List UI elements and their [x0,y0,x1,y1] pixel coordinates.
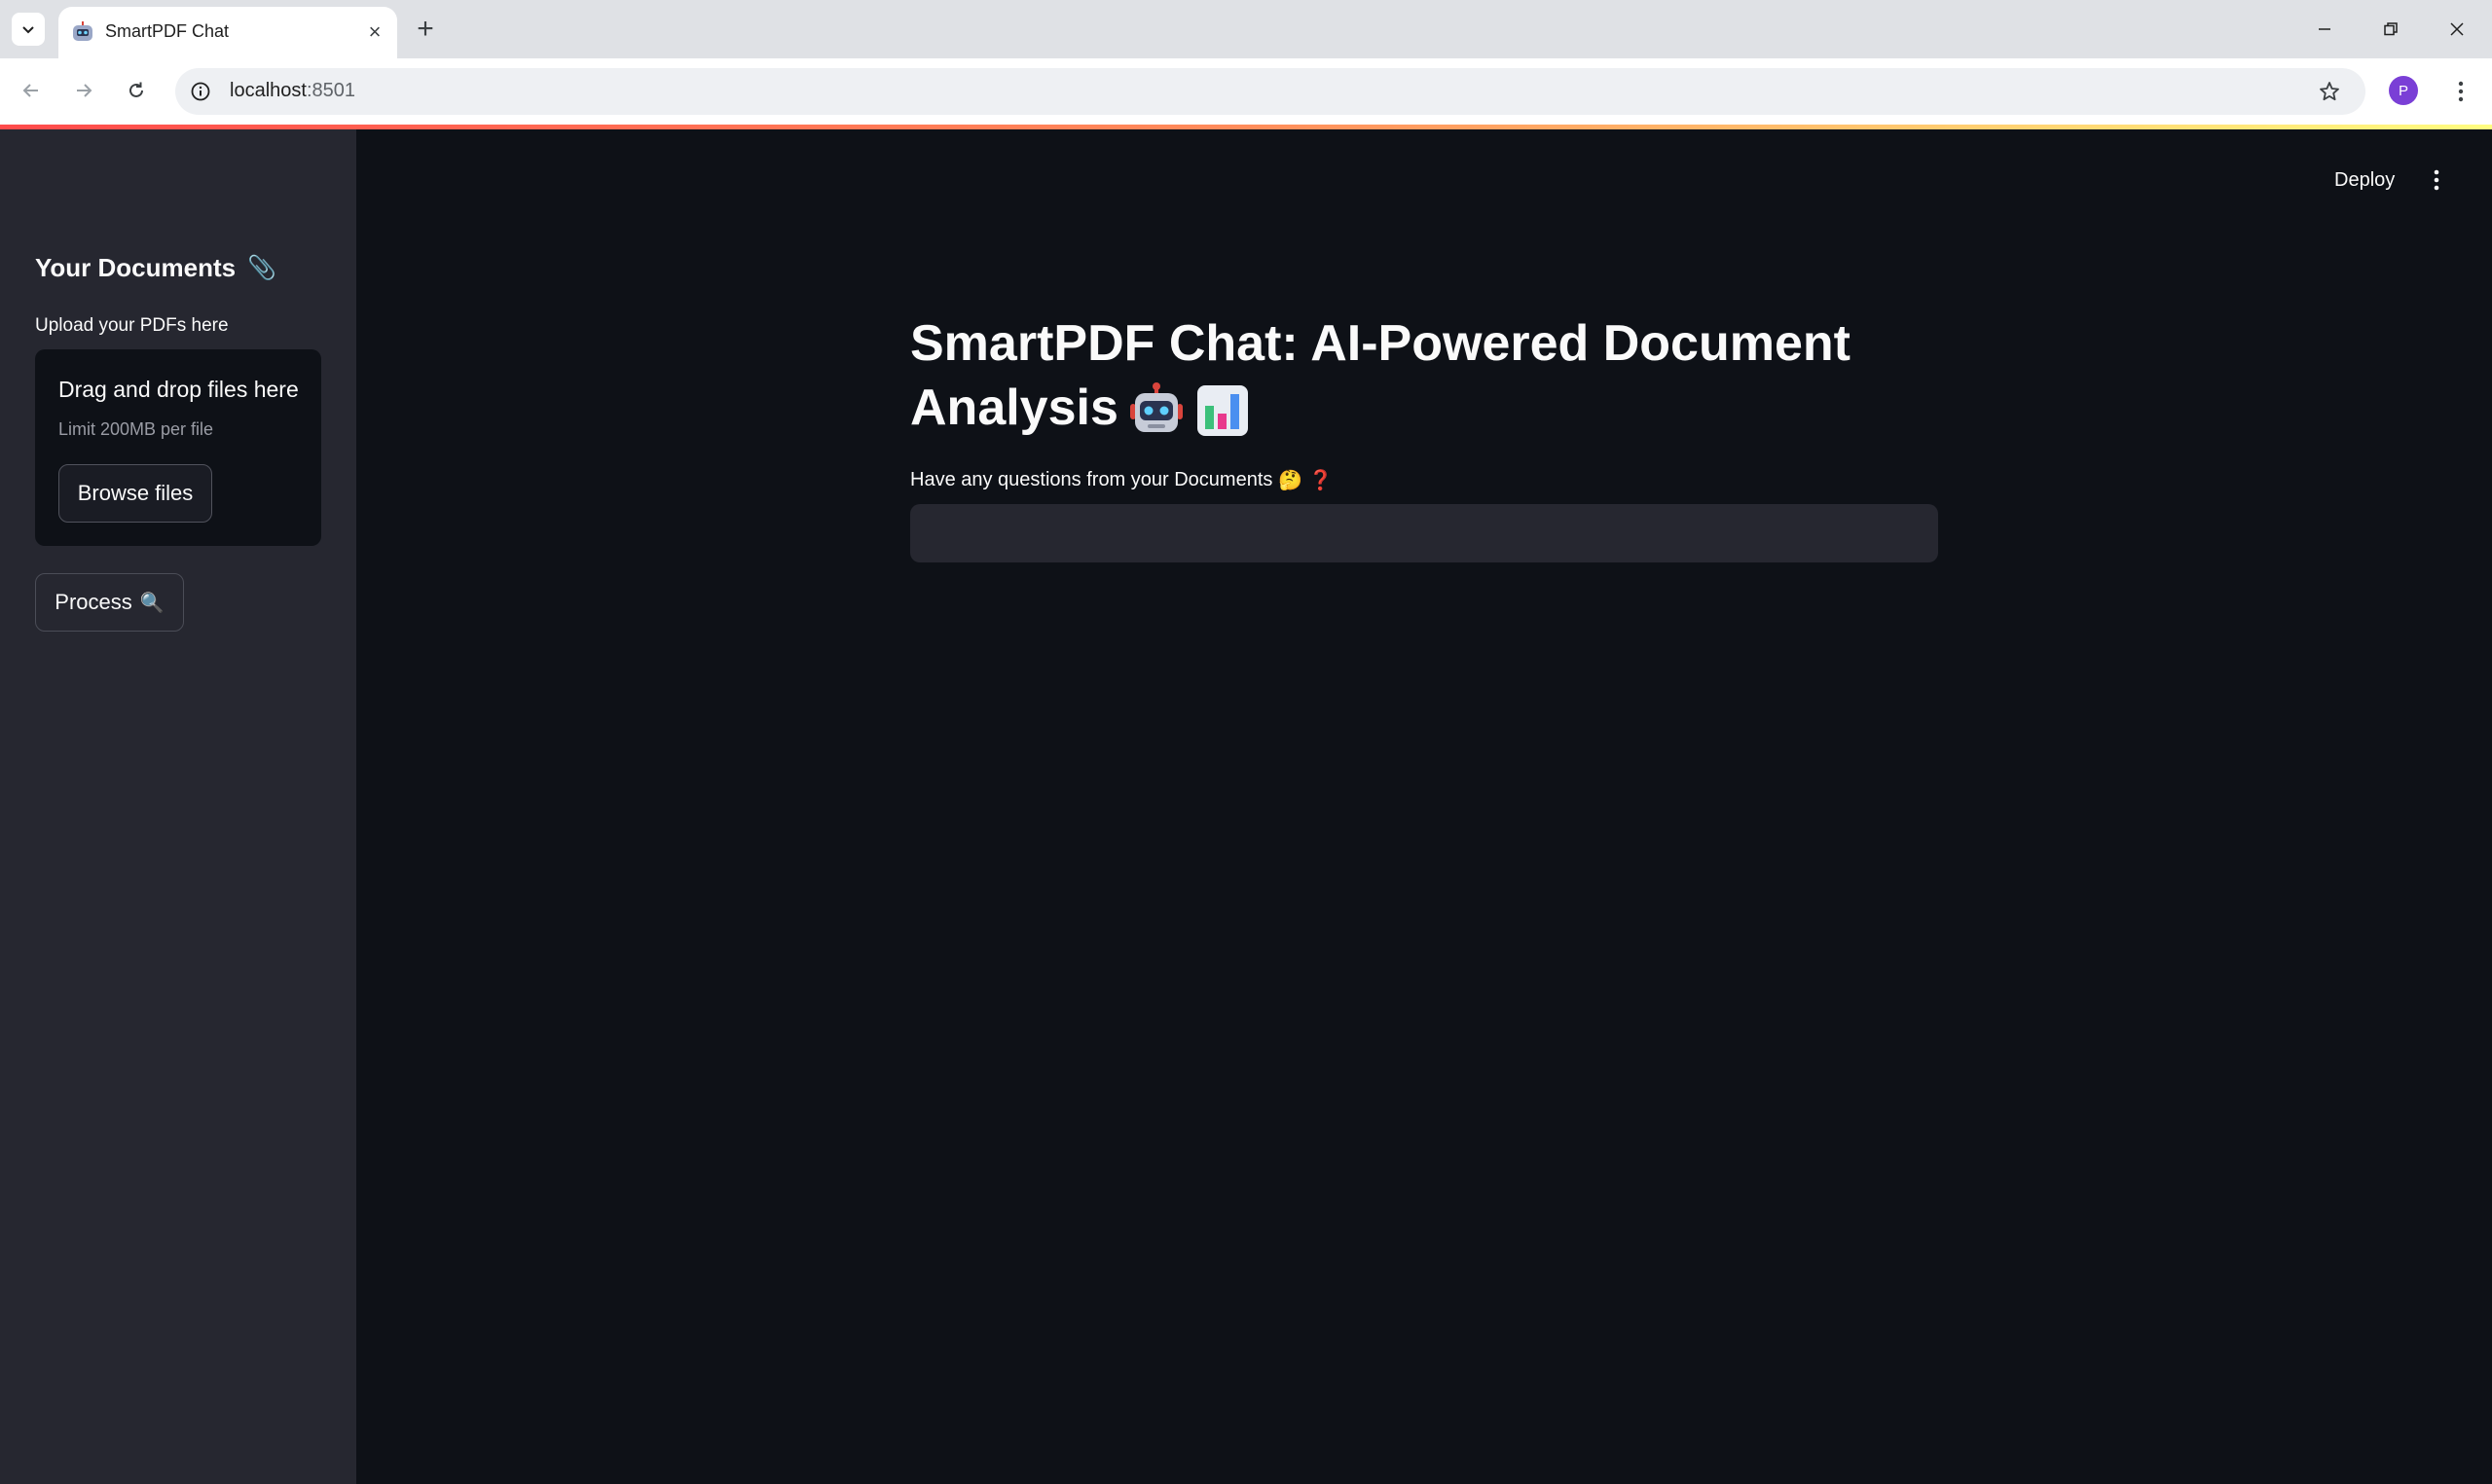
dropzone-title: Drag and drop files here [58,377,299,402]
close-icon [2450,22,2464,36]
arrow-left-icon [22,84,38,97]
deploy-button[interactable]: Deploy [2321,159,2408,201]
file-dropzone[interactable]: Drag and drop files here Limit 200MB per… [35,349,321,546]
question-mark-icon: ❓ [1308,470,1334,491]
question-label-text: Have any questions from your Documents [910,469,1273,490]
forward-button[interactable] [62,69,105,112]
upload-label: Upload your PDFs here [35,315,229,336]
minimize-icon [2319,28,2330,30]
vertical-dots-icon [2458,81,2464,102]
reload-icon [129,82,143,97]
app-menu-button[interactable] [2420,159,2453,201]
streamlit-app: Your Documents 📎 Upload your PDFs here D… [0,125,2492,1484]
url-text: localhost:8501 [230,80,355,102]
vertical-dots-icon [2434,169,2439,191]
reload-button[interactable] [115,69,158,112]
question-input[interactable] [910,504,1938,562]
page-title: SmartPDF Chat: AI-Powered Document Analy… [910,311,1961,440]
header-decoration-bar [0,125,2492,129]
browser-tab-active[interactable]: SmartPDF Chat × [58,7,397,58]
browse-files-button[interactable]: Browse files [58,464,212,523]
magnifier-icon: 🔍 [139,592,165,614]
sidebar-title: Your Documents 📎 [35,253,276,283]
restore-window-button[interactable] [2358,0,2424,58]
profile-avatar[interactable]: P [2389,76,2418,105]
back-button[interactable] [10,69,53,112]
browser-menu-button[interactable] [2443,72,2478,111]
paperclip-icon: 📎 [247,255,276,281]
bookmark-star-icon[interactable] [2315,77,2344,106]
page-title-text: SmartPDF Chat: AI-Powered Document Analy… [910,315,1851,436]
robot-icon [1129,382,1183,433]
tab-search-button[interactable] [12,13,45,46]
question-label: Have any questions from your Documents 🤔… [910,468,1333,492]
address-bar[interactable]: localhost:8501 [175,68,2365,115]
url-port: :8501 [306,80,355,101]
restore-icon [2384,22,2398,36]
url-host: localhost [230,80,307,101]
new-tab-button[interactable]: + [409,13,442,46]
browser-toolbar: localhost:8501 P [0,58,2492,125]
sidebar-title-text: Your Documents [35,253,237,282]
dropzone-limit: Limit 200MB per file [58,419,214,439]
site-info-icon[interactable] [187,78,214,105]
tab-title: SmartPDF Chat [105,21,230,41]
arrow-right-icon [77,84,92,97]
thinking-face-icon: 🤔 [1278,470,1303,491]
robot-favicon-icon [73,21,92,41]
process-button-label: Process [55,590,132,614]
chevron-down-icon [22,26,34,34]
tab-close-icon[interactable]: × [360,18,389,47]
browser-tab-strip: SmartPDF Chat × + [0,0,2492,58]
sidebar: Your Documents 📎 Upload your PDFs here D… [0,129,356,1484]
minimize-window-button[interactable] [2291,0,2358,58]
close-window-button[interactable] [2424,0,2490,58]
bar-chart-icon [1196,385,1248,437]
process-button[interactable]: Process 🔍 [35,573,184,632]
